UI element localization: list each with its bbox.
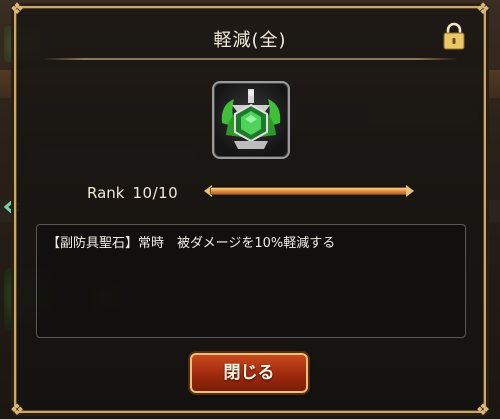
corner-ornament-icon: ❖ bbox=[475, 0, 491, 18]
corner-ornament-icon: ❖ bbox=[9, 400, 25, 419]
corner-ornament-icon: ❖ bbox=[9, 0, 25, 18]
rank-row: Rank 10/10 bbox=[87, 181, 178, 205]
rank-progress-bar bbox=[204, 184, 414, 198]
rank-value: 10/10 bbox=[132, 184, 179, 202]
game-screen: ❖ ❖ ❖ ❖ 軽減(全) Rank 10/10 【副防具聖石】常時 被ダメージ… bbox=[0, 0, 500, 419]
skill-description-text: 【副防具聖石】常時 被ダメージを10%軽減する bbox=[47, 236, 336, 251]
green-gem-crest-icon bbox=[212, 81, 290, 159]
rank-progress-track bbox=[210, 187, 408, 195]
padlock-icon[interactable] bbox=[442, 22, 466, 50]
close-button[interactable]: 閉じる bbox=[190, 353, 308, 393]
corner-ornament-icon: ❖ bbox=[475, 400, 491, 419]
skill-description-box: 【副防具聖石】常時 被ダメージを10%軽減する bbox=[36, 224, 466, 338]
dialog-title: 軽減(全) bbox=[213, 30, 287, 51]
rank-progress-fill bbox=[211, 188, 407, 194]
bar-cap-right-icon bbox=[406, 185, 414, 197]
title-divider bbox=[42, 58, 458, 60]
rank-label: Rank bbox=[87, 184, 125, 202]
skill-detail-dialog: ❖ ❖ ❖ ❖ 軽減(全) Rank 10/10 【副防具聖石】常時 被ダメージ… bbox=[10, 0, 490, 419]
